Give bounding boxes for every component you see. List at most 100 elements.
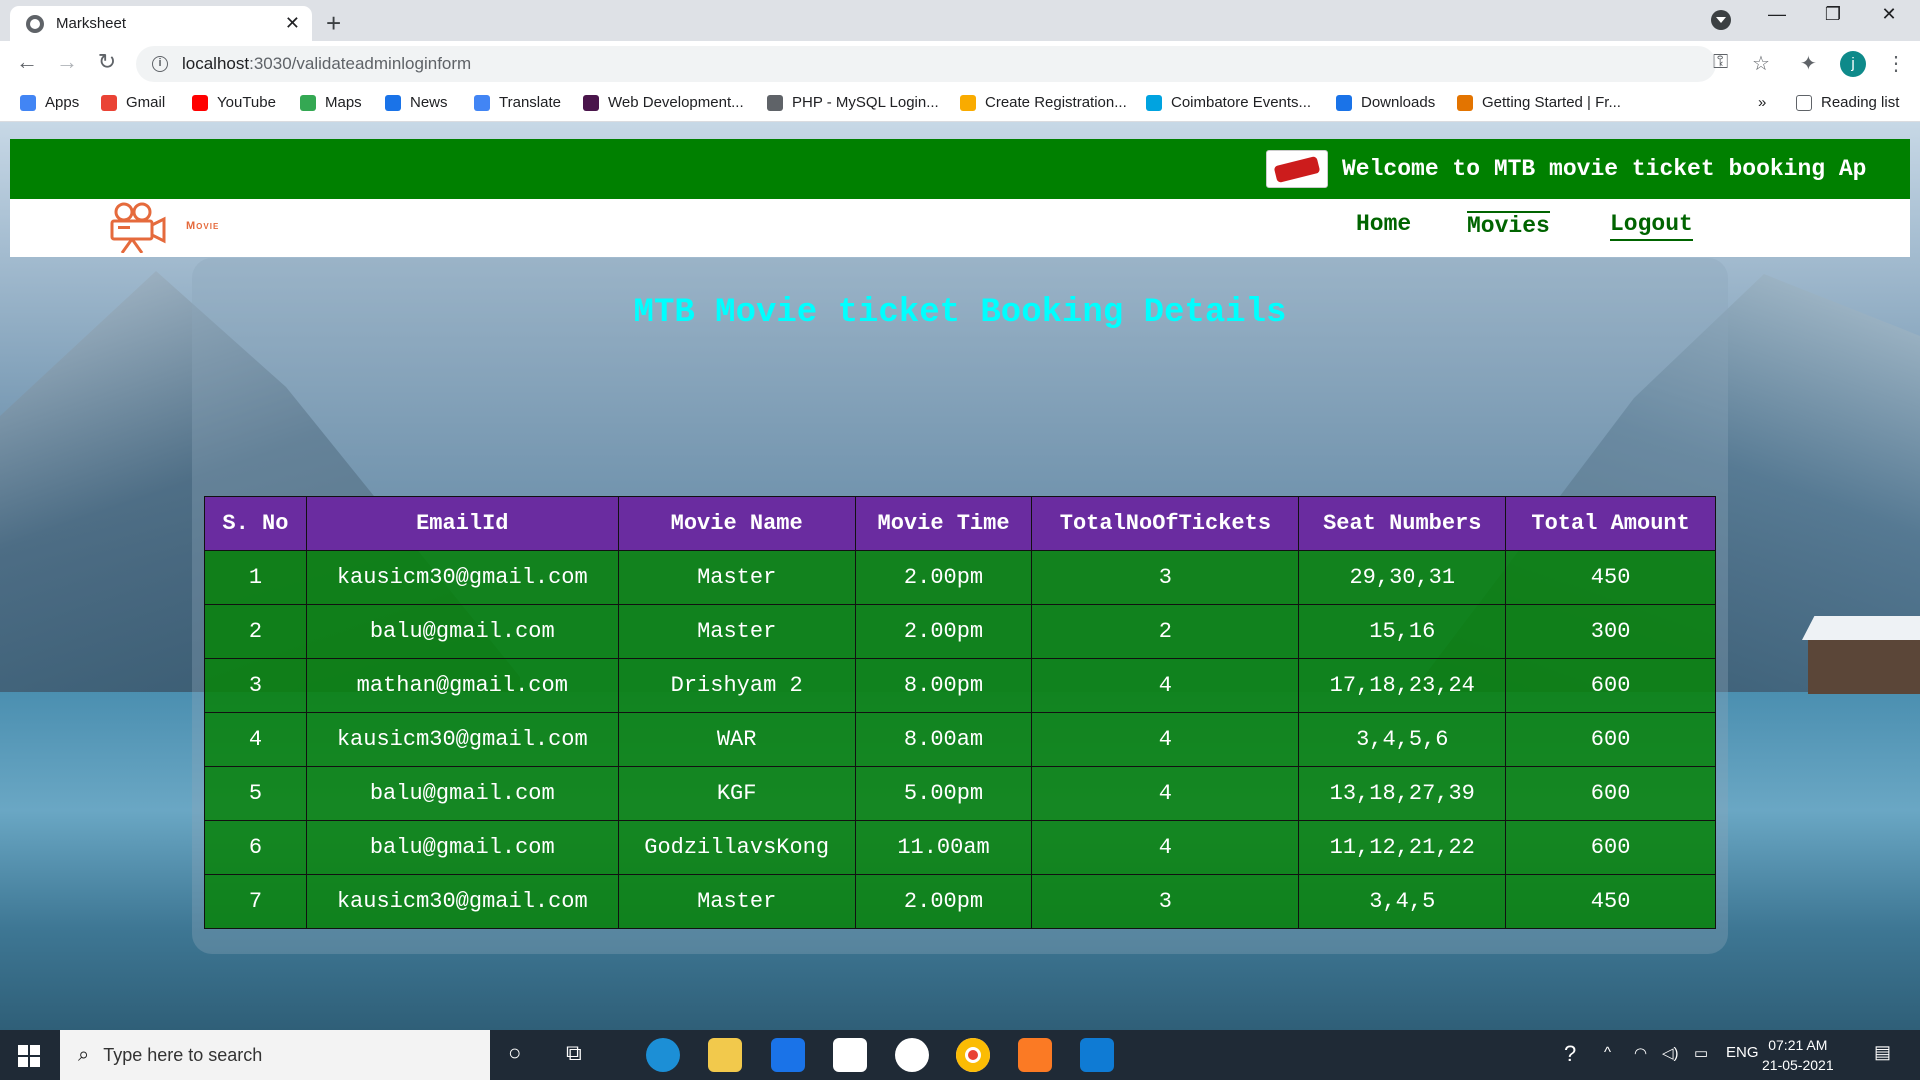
- address-bar[interactable]: i localhost :3030/validateadminloginform: [136, 46, 1716, 82]
- cell-movie-time: 8.00am: [854, 712, 1033, 767]
- bookmark-getting-started[interactable]: Getting Started | Fr...: [1457, 94, 1621, 111]
- notifications-icon[interactable]: ▤: [1874, 1042, 1891, 1063]
- cell-movie-time: 2.00pm: [854, 604, 1033, 659]
- logo-text[interactable]: Movie: [186, 220, 219, 232]
- close-window-button[interactable]: ✕: [1866, 4, 1912, 25]
- cell-sno: 1: [204, 550, 307, 605]
- tab-search-icon[interactable]: [1711, 10, 1731, 30]
- globe-icon: [26, 14, 44, 33]
- clock-date: 21-05-2021: [1762, 1057, 1834, 1073]
- more-bookmarks-button[interactable]: »: [1758, 94, 1766, 111]
- cell-email: mathan@gmail.com: [305, 658, 619, 713]
- table-row: 5 balu@gmail.com KGF 5.00pm 4 13,18,27,3…: [204, 766, 1716, 821]
- clock[interactable]: 07:21 AM 21-05-2021: [1762, 1035, 1834, 1075]
- tab-strip: Marksheet ✕ + — ❐ ✕: [0, 0, 1920, 41]
- cell-movie-time: 2.00pm: [854, 874, 1033, 929]
- table-row: 3 mathan@gmail.com Drishyam 2 8.00pm 4 1…: [204, 658, 1716, 713]
- cell-email: kausicm30@gmail.com: [305, 712, 619, 767]
- menu-icon[interactable]: ⋮: [1886, 51, 1906, 76]
- maps-icon: [300, 94, 316, 111]
- language-indicator[interactable]: ENG: [1726, 1044, 1759, 1061]
- forward-icon[interactable]: →: [52, 49, 82, 75]
- cell-sno: 5: [204, 766, 307, 821]
- cortana-icon[interactable]: ○: [508, 1040, 521, 1066]
- cell-seat-numbers: 3,4,5,6: [1298, 712, 1507, 767]
- url-path: :3030/validateadminloginform: [249, 54, 472, 73]
- amazon-icon[interactable]: [833, 1038, 867, 1072]
- reload-icon[interactable]: ↻: [92, 49, 122, 75]
- key-icon[interactable]: ⚿: [1713, 51, 1728, 74]
- bookmark-youtube[interactable]: YouTube: [192, 94, 276, 111]
- mail-icon[interactable]: [771, 1038, 805, 1072]
- vscode-icon[interactable]: [1080, 1038, 1114, 1072]
- cell-sno: 7: [204, 874, 307, 929]
- show-hidden-icons-icon[interactable]: ^: [1604, 1044, 1611, 1061]
- bookmark-translate[interactable]: Translate: [474, 94, 561, 111]
- wifi-icon[interactable]: ◠: [1634, 1044, 1647, 1062]
- cell-total-tickets: 4: [1031, 766, 1300, 821]
- bookmark-coimbatore-events[interactable]: Coimbatore Events...: [1146, 94, 1311, 111]
- cell-email: balu@gmail.com: [305, 820, 619, 875]
- cell-seat-numbers: 29,30,31: [1298, 550, 1507, 605]
- cell-total-amount: 450: [1505, 550, 1716, 605]
- file-explorer-icon[interactable]: [708, 1038, 742, 1072]
- profile-avatar[interactable]: j: [1840, 51, 1866, 77]
- help-icon[interactable]: ?: [1564, 1041, 1576, 1067]
- nav-logout-link[interactable]: Logout: [1610, 211, 1693, 241]
- nav-movies-link[interactable]: Movies: [1467, 211, 1550, 241]
- bookmark-downloads[interactable]: Downloads: [1336, 94, 1435, 111]
- cell-sno: 2: [204, 604, 307, 659]
- column-header-total-tickets: TotalNoOfTickets: [1031, 496, 1300, 551]
- site-favicon-icon: [1146, 94, 1162, 111]
- cell-total-tickets: 3: [1031, 550, 1300, 605]
- cell-email: kausicm30@gmail.com: [305, 550, 619, 605]
- minimize-button[interactable]: —: [1754, 4, 1800, 25]
- browser-tab[interactable]: Marksheet ✕: [10, 6, 312, 41]
- browser-toolbar: ← → ↻ i localhost :3030/validateadminlog…: [0, 41, 1920, 87]
- bookmark-gmail[interactable]: Gmail: [101, 94, 165, 111]
- site-favicon-icon: [1457, 94, 1473, 111]
- cell-total-tickets: 2: [1031, 604, 1300, 659]
- new-tab-button[interactable]: +: [326, 8, 341, 39]
- maximize-button[interactable]: ❐: [1810, 4, 1856, 25]
- reading-list-button[interactable]: Reading list: [1796, 94, 1899, 111]
- site-info-icon[interactable]: i: [152, 56, 168, 72]
- cell-movie-time: 5.00pm: [854, 766, 1033, 821]
- cell-movie-time: 11.00am: [854, 820, 1033, 875]
- xampp-icon[interactable]: [1018, 1038, 1052, 1072]
- bookmark-create-registration[interactable]: Create Registration...: [960, 94, 1127, 111]
- close-tab-icon[interactable]: ✕: [285, 13, 300, 34]
- bookmark-apps[interactable]: Apps: [20, 94, 79, 111]
- cell-seat-numbers: 15,16: [1298, 604, 1507, 659]
- taskbar-search[interactable]: ⌕ Type here to search: [60, 1030, 490, 1080]
- movie-camera-logo-icon[interactable]: [104, 201, 170, 253]
- nav-home-link[interactable]: Home: [1356, 211, 1411, 239]
- extensions-icon[interactable]: ✦: [1800, 51, 1817, 76]
- task-view-icon[interactable]: ⧉: [566, 1040, 582, 1066]
- cell-movie-name: Drishyam 2: [617, 658, 856, 713]
- back-icon[interactable]: ←: [12, 49, 42, 75]
- edge-icon[interactable]: [646, 1038, 680, 1072]
- column-header-sno: S. No: [204, 496, 307, 551]
- cell-email: balu@gmail.com: [305, 766, 619, 821]
- cell-movie-time: 2.00pm: [854, 550, 1033, 605]
- table-row: 4 kausicm30@gmail.com WAR 8.00am 4 3,4,5…: [204, 712, 1716, 767]
- bookmark-star-icon[interactable]: ☆: [1752, 51, 1770, 76]
- site-favicon-icon: [960, 94, 976, 111]
- column-header-total-amount: Total Amount: [1505, 496, 1716, 551]
- wps-icon[interactable]: [895, 1038, 929, 1072]
- windows-start-icon[interactable]: [18, 1045, 40, 1067]
- cell-total-amount: 300: [1505, 604, 1716, 659]
- chrome-icon[interactable]: [956, 1038, 990, 1072]
- url-host: localhost: [182, 54, 250, 73]
- cell-total-tickets: 4: [1031, 658, 1300, 713]
- table-row: 7 kausicm30@gmail.com Master 2.00pm 3 3,…: [204, 874, 1716, 929]
- bookmark-news[interactable]: News: [385, 94, 448, 111]
- bookmark-php-mysql[interactable]: PHP - MySQL Login...: [767, 94, 939, 111]
- bookmark-web-development[interactable]: Web Development...: [583, 94, 744, 111]
- battery-icon[interactable]: ▭: [1694, 1044, 1708, 1062]
- bookmark-maps[interactable]: Maps: [300, 94, 362, 111]
- volume-icon[interactable]: ◁): [1662, 1044, 1679, 1062]
- web-page: Welcome to MTB movie ticket booking Ap M…: [0, 122, 1920, 1030]
- marquee-text: Welcome to MTB movie ticket booking Ap: [1342, 156, 1867, 182]
